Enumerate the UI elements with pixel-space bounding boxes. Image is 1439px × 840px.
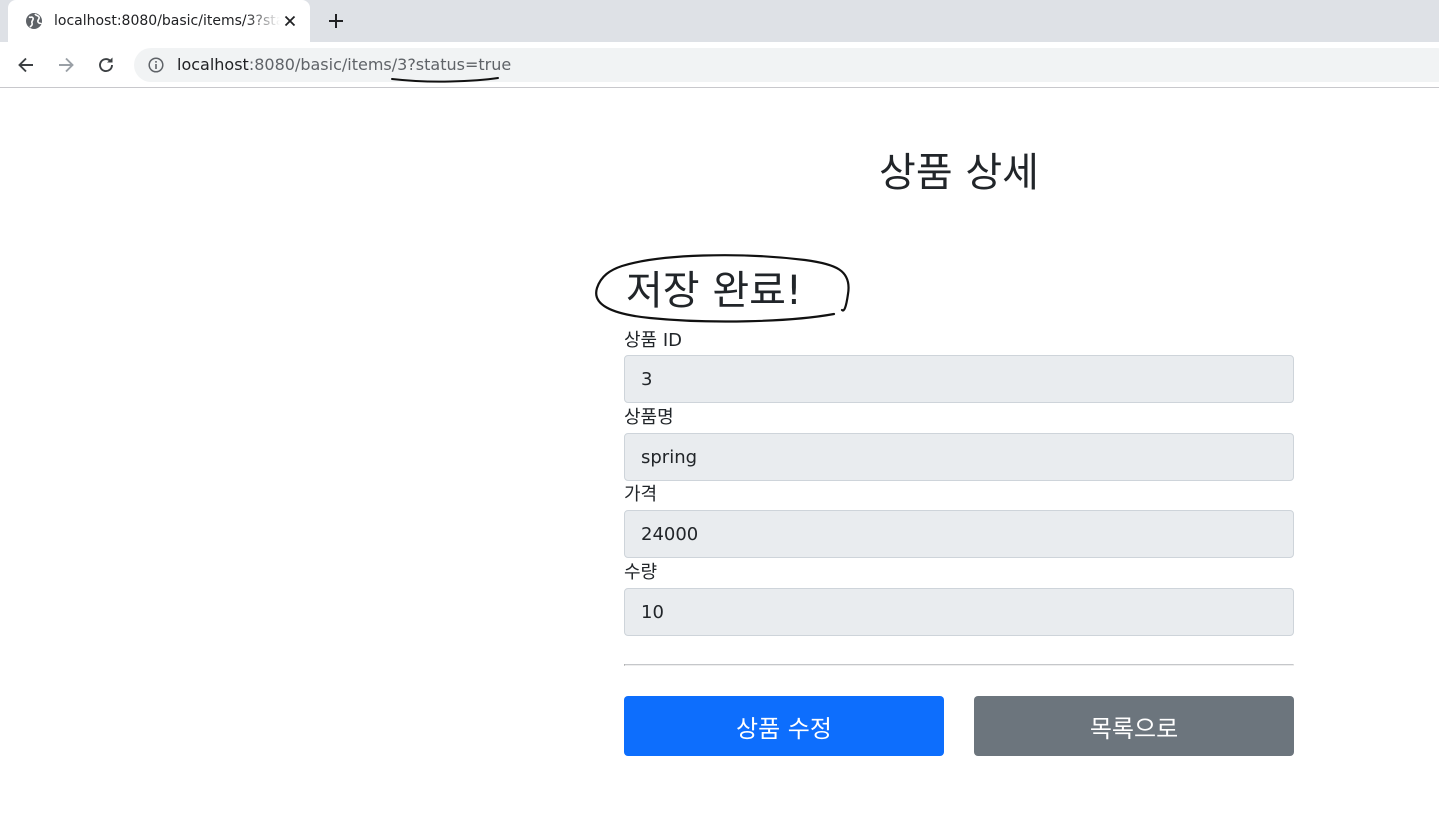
divider (624, 664, 1294, 666)
tab-title: localhost:8080/basic/items/3?status=true (54, 13, 280, 29)
quantity-field[interactable] (624, 588, 1294, 636)
item-name-label: 상품명 (624, 407, 674, 428)
close-icon[interactable] (280, 11, 300, 31)
price-label: 가격 (624, 484, 658, 505)
page-title: 상품 상세 (879, 150, 1039, 196)
browser-tabstrip: localhost:8080/basic/items/3?status=true (0, 0, 1439, 42)
address-bar[interactable]: localhost:8080/basic/items/3?status=true (134, 48, 1439, 82)
forward-arrow-icon[interactable] (52, 51, 80, 79)
handdrawn-circle-annotation (595, 254, 850, 323)
handdrawn-underline-annotation (391, 77, 499, 83)
plus-icon[interactable] (322, 7, 350, 35)
item-name-field[interactable] (624, 433, 1294, 481)
reload-icon[interactable] (92, 51, 120, 79)
url-host: localhost (177, 55, 249, 74)
info-icon[interactable] (148, 57, 164, 73)
item-id-field[interactable] (624, 355, 1294, 403)
browser-toolbar: localhost:8080/basic/items/3?status=true (0, 42, 1439, 88)
item-id-label: 상품 ID (624, 330, 683, 351)
url-text[interactable]: localhost:8080/basic/items/3?status=true (177, 54, 511, 76)
price-field[interactable] (624, 510, 1294, 558)
edit-item-button[interactable]: 상품 수정 (624, 696, 944, 756)
back-arrow-icon[interactable] (12, 51, 40, 79)
url-path: :8080/basic/items/3?status=true (248, 55, 512, 74)
globe-icon (25, 12, 43, 30)
browser-tab[interactable]: localhost:8080/basic/items/3?status=true (8, 0, 310, 42)
back-to-list-button[interactable]: 목록으로 (974, 696, 1294, 756)
quantity-label: 수량 (624, 562, 658, 583)
